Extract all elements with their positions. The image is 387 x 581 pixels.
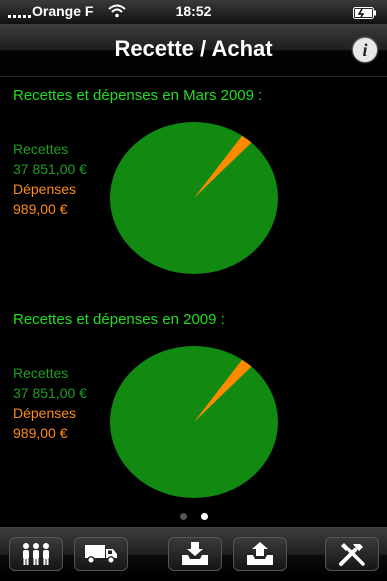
depenses-value: 989,00 € xyxy=(13,425,68,441)
people-button[interactable] xyxy=(9,537,63,571)
inbox-upload-icon xyxy=(247,542,273,565)
upload-button[interactable] xyxy=(233,537,287,571)
people-icon xyxy=(23,543,49,565)
monthly-summary-section: Recettes et dépenses en Mars 2009 : Rece… xyxy=(0,87,387,287)
legend: Recettes 37 851,00 € Dépenses 989,00 € xyxy=(13,363,87,443)
inbox-download-icon xyxy=(182,542,208,565)
recettes-value: 37 851,00 € xyxy=(13,161,87,177)
section-title: Recettes et dépenses en 2009 : xyxy=(13,311,225,328)
page-dot-1[interactable] xyxy=(179,513,187,520)
recettes-value: 37 851,00 € xyxy=(13,385,87,401)
depenses-value: 989,00 € xyxy=(13,201,68,217)
recettes-label: Recettes xyxy=(13,141,69,157)
page-title: Recette / Achat xyxy=(114,36,273,61)
pie-chart xyxy=(110,122,278,274)
truck-icon xyxy=(85,545,117,564)
status-time: 18:52 xyxy=(175,3,212,19)
truck-button[interactable] xyxy=(74,537,128,571)
page-dot-2[interactable] xyxy=(200,513,208,520)
legend: Recettes 37 851,00 € Dépenses 989,00 € xyxy=(13,139,87,219)
bottom-toolbar xyxy=(0,527,387,581)
status-bar: Orange F 18:52 xyxy=(0,0,387,24)
yearly-summary-section: Recettes et dépenses en 2009 : Recettes … xyxy=(0,311,387,511)
section-title: Recettes et dépenses en Mars 2009 : xyxy=(13,87,263,104)
download-button[interactable] xyxy=(168,537,222,571)
settings-tools-button[interactable] xyxy=(325,537,379,571)
pie-chart xyxy=(110,346,278,498)
depenses-label: Dépenses xyxy=(13,181,77,197)
tools-icon xyxy=(339,543,365,566)
navigation-bar: Recette / Achat i xyxy=(0,24,387,77)
page-indicator[interactable] xyxy=(0,507,387,520)
info-icon: i xyxy=(362,40,368,60)
recettes-label: Recettes xyxy=(13,365,69,381)
depenses-label: Dépenses xyxy=(13,405,77,421)
info-button[interactable]: i xyxy=(353,38,377,62)
battery-icon xyxy=(353,6,377,22)
